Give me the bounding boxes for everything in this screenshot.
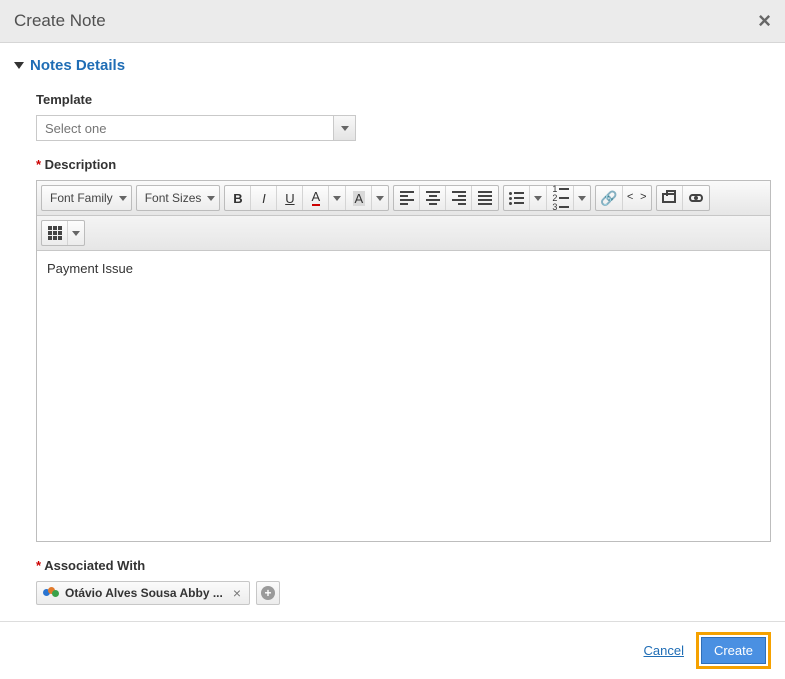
align-justify-button[interactable] [472,186,498,210]
caret-down-icon [534,196,542,201]
chevron-down-icon[interactable] [14,62,24,69]
underline-button[interactable]: U [277,186,303,210]
font-family-select[interactable]: Font Family [41,185,132,211]
list-group: 1 2 3 [503,185,591,211]
align-center-button[interactable] [420,186,446,210]
caret-down-icon [341,126,349,131]
create-button-highlight: Create [696,632,771,669]
caret-down-icon [333,196,341,201]
italic-button[interactable]: I [251,186,277,210]
align-justify-icon [478,191,492,205]
dialog-footer: Cancel Create [0,621,785,679]
description-editor[interactable]: Payment Issue [37,251,770,541]
dialog-content: Notes Details Template Description Font … [0,43,785,621]
description-field: Description Font Family Font Sizes B I U… [36,157,771,542]
view-group [656,185,710,211]
bullet-list-dropdown[interactable] [530,186,547,210]
text-color-dropdown[interactable] [329,186,346,210]
print-icon [662,193,676,203]
text-color-button[interactable]: A [303,186,329,210]
associated-chip-label: Otávio Alves Sousa Abby ... [65,586,223,600]
code-icon: < > [627,192,647,204]
caret-down-icon [578,196,586,201]
bold-button[interactable]: B [225,186,251,210]
caret-down-icon [207,196,215,201]
cancel-button[interactable]: Cancel [644,643,684,658]
people-icon [43,587,59,599]
highlight-dropdown[interactable] [372,186,388,210]
align-left-button[interactable] [394,186,420,210]
font-family-label: Font Family [50,191,113,205]
highlight-button[interactable]: A [346,186,372,210]
description-label: Description [36,157,771,172]
link-button[interactable]: 🔗 [596,186,622,210]
template-field: Template [36,92,771,141]
align-center-icon [426,191,440,205]
align-left-icon [400,191,414,205]
associated-chip[interactable]: Otávio Alves Sousa Abby ... × [36,581,250,605]
caret-down-icon [119,196,127,201]
table-dropdown[interactable] [68,221,84,245]
text-style-group: B I U A A [224,185,389,211]
table-icon [48,226,62,240]
dialog-header: Create Note × [0,0,785,43]
font-size-select[interactable]: Font Sizes [136,185,221,211]
template-label: Template [36,92,771,107]
insert-group: 🔗 < > [595,185,651,211]
rte-toolbar: Font Family Font Sizes B I U A A [37,181,770,216]
create-button[interactable]: Create [701,637,766,664]
template-input[interactable] [37,116,333,140]
eye-icon [689,194,703,202]
dialog-title: Create Note [14,11,106,31]
rich-text-editor: Font Family Font Sizes B I U A A [36,180,771,542]
associated-label: Associated With [36,558,771,573]
caret-down-icon [72,231,80,236]
align-group [393,185,499,211]
font-size-label: Font Sizes [145,191,202,205]
close-icon[interactable]: × [758,10,771,32]
align-right-icon [452,191,466,205]
rte-toolbar-row2 [37,216,770,251]
associated-row: Otávio Alves Sousa Abby ... × + [36,581,771,605]
preview-button[interactable] [683,186,709,210]
link-icon: 🔗 [600,190,617,207]
print-button[interactable] [657,186,683,210]
codeview-button[interactable]: < > [623,186,651,210]
number-list-dropdown[interactable] [574,186,590,210]
associated-field: Associated With Otávio Alves Sousa Abby … [36,558,771,605]
section-title: Notes Details [30,57,125,74]
chip-remove-icon[interactable]: × [229,585,245,601]
align-right-button[interactable] [446,186,472,210]
bullet-list-icon [509,192,524,205]
template-select[interactable] [36,115,356,141]
number-list-button[interactable]: 1 2 3 [547,186,574,210]
template-dropdown-button[interactable] [333,116,355,140]
plus-icon: + [261,586,275,600]
add-associated-button[interactable]: + [256,581,280,605]
table-group [41,220,85,246]
table-button[interactable] [42,221,68,245]
section-header[interactable]: Notes Details [14,57,771,74]
number-list-icon: 1 2 3 [551,186,569,211]
bullet-list-button[interactable] [504,186,530,210]
caret-down-icon [376,196,384,201]
